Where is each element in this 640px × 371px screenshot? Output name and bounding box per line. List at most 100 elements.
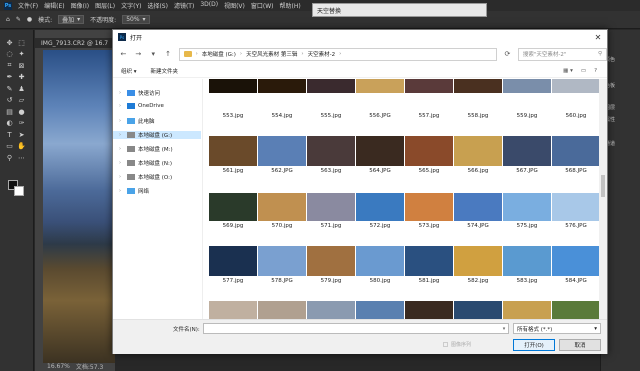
file-item[interactable] (503, 291, 551, 319)
file-item[interactable]: 556.JPG (356, 79, 404, 123)
file-type-select[interactable]: 所有格式 (*.*) ▾ (513, 323, 601, 334)
file-item[interactable]: 560.jpg (552, 79, 599, 123)
document-tab[interactable]: IMG_7913.CR2 @ 16.7 (35, 38, 115, 48)
type-tool-icon[interactable]: T (5, 130, 14, 139)
lasso-tool-icon[interactable]: ◌ (5, 50, 14, 59)
nav-item-4[interactable]: › 本地磁盘 (M:) (119, 145, 173, 153)
nav-item-2[interactable]: › 此电脑 (119, 117, 155, 125)
image-sequence-checkbox[interactable]: 图像序列 (443, 341, 471, 348)
file-item[interactable]: 580.jpg (356, 236, 404, 288)
file-item[interactable]: 583.jpg (503, 236, 551, 288)
file-item[interactable]: 572.jpg (356, 181, 404, 233)
file-item[interactable]: 564.JPG (356, 126, 404, 178)
move-tool-icon[interactable]: ✥ (5, 38, 14, 47)
quick-select-tool-icon[interactable]: ✦ (17, 50, 26, 59)
nav-item-3[interactable]: › 本地磁盘 (G:) (113, 131, 201, 139)
chevron-right-icon[interactable]: › (119, 174, 124, 180)
opacity-input[interactable]: 50% ▾ (122, 15, 150, 24)
chevron-right-icon[interactable]: › (119, 118, 124, 124)
address-bar[interactable]: › 本地磁盘 (G:) › 天空风光素材 第三辑 › 天空素材-2 › (178, 47, 497, 61)
brush-size-icon[interactable]: ● (27, 16, 32, 23)
nav-item-0[interactable]: › 快速访问 (119, 89, 160, 97)
open-button[interactable]: 打开(O) (513, 339, 555, 351)
eraser-tool-icon[interactable]: ▱ (17, 96, 26, 105)
menu-item[interactable]: 文件(F) (18, 1, 38, 10)
file-item[interactable]: 578.JPG (258, 236, 306, 288)
shape-tool-icon[interactable]: ▭ (5, 142, 14, 151)
home-icon[interactable]: ⌂ (6, 16, 10, 23)
file-item[interactable]: 584.JPG (552, 236, 599, 288)
view-options-icon[interactable]: ▦ ▾ (563, 68, 573, 74)
file-item[interactable] (552, 291, 599, 319)
scrollbar-track[interactable] (599, 79, 607, 319)
new-folder-button[interactable]: 新建文件夹 (151, 67, 179, 75)
blur-tool-icon[interactable]: ● (17, 107, 26, 116)
cancel-button[interactable]: 取消 (559, 339, 601, 351)
hand-tool-icon[interactable]: ✋ (17, 142, 26, 151)
scrollbar-thumb[interactable] (601, 175, 605, 197)
chevron-right-icon[interactable]: › (119, 132, 124, 138)
organize-button[interactable]: 组织 ▾ (121, 67, 137, 75)
file-item[interactable]: 581.jpg (405, 236, 453, 288)
file-item[interactable]: 579.jpg (307, 236, 355, 288)
file-item[interactable]: 569.jpg (209, 181, 257, 233)
help-icon[interactable]: ? (594, 68, 597, 74)
chevron-right-icon[interactable]: › (119, 103, 124, 109)
menu-item[interactable]: 文字(Y) (121, 1, 141, 10)
marquee-tool-icon[interactable]: ⬚ (17, 38, 26, 47)
file-item[interactable]: 567.JPG (503, 126, 551, 178)
back-icon[interactable]: ← (119, 50, 128, 58)
eyedropper-tool-icon[interactable]: ✒ (5, 73, 14, 82)
nav-item-1[interactable]: › OneDrive (119, 103, 164, 109)
frame-tool-icon[interactable]: ⊠ (17, 61, 26, 70)
refresh-icon[interactable]: ⟳ (503, 50, 512, 58)
breadcrumb-folder[interactable]: 天空风光素材 第三辑 (246, 50, 297, 58)
search-input[interactable]: 搜索"天空素材-2" ⚲ (517, 47, 607, 61)
document-canvas[interactable] (43, 50, 115, 363)
stamp-tool-icon[interactable]: ♟ (17, 84, 26, 93)
file-item[interactable]: 573.jpg (405, 181, 453, 233)
nav-item-7[interactable]: › 网络 (119, 187, 149, 195)
file-item[interactable] (258, 291, 306, 319)
menu-item[interactable]: 3D(D) (200, 1, 218, 10)
chevron-right-icon[interactable]: › (119, 188, 124, 194)
forward-icon[interactable]: → (134, 50, 143, 58)
file-item[interactable]: 574.JPG (454, 181, 502, 233)
file-item[interactable]: 566.jpg (454, 126, 502, 178)
menu-item[interactable]: 编辑(E) (44, 1, 64, 10)
chevron-down-icon[interactable]: ▾ (499, 323, 509, 334)
file-item[interactable]: 563.jpg (307, 126, 355, 178)
sky-replacement-panel[interactable]: 天空替换 (312, 3, 487, 17)
file-item[interactable]: 571.jpg (307, 181, 355, 233)
filename-input[interactable] (203, 323, 509, 334)
menu-item[interactable]: 图像(I) (71, 1, 89, 10)
menu-item[interactable]: 图层(L) (95, 1, 115, 10)
file-item[interactable] (454, 291, 502, 319)
chevron-right-icon[interactable]: › (119, 160, 124, 166)
file-item[interactable]: 577.jpg (209, 236, 257, 288)
nav-item-6[interactable]: › 本地磁盘 (O:) (119, 173, 172, 181)
brush-tool-icon[interactable]: ✎ (5, 84, 14, 93)
file-item[interactable]: 559.jpg (503, 79, 551, 123)
file-item[interactable]: 557.jpg (405, 79, 453, 123)
brush-tool-icon[interactable]: ✎ (16, 16, 21, 23)
menu-item[interactable]: 滤镜(T) (174, 1, 194, 10)
menu-item[interactable]: 选择(S) (147, 1, 168, 10)
file-item[interactable] (405, 291, 453, 319)
breadcrumb-current[interactable]: 天空素材-2 (308, 50, 335, 58)
history-brush-icon[interactable]: ↺ (5, 96, 14, 105)
file-item[interactable]: 570.jpg (258, 181, 306, 233)
file-item[interactable]: 555.jpg (307, 79, 355, 123)
chevron-right-icon[interactable]: › (119, 146, 124, 152)
dodge-tool-icon[interactable]: ◐ (5, 119, 14, 128)
more-tools-icon[interactable]: ⋯ (17, 153, 26, 162)
menu-item[interactable]: 视图(V) (224, 1, 245, 10)
file-item[interactable]: 553.jpg (209, 79, 257, 123)
breadcrumb-drive[interactable]: 本地磁盘 (G:) (202, 50, 236, 58)
pen-tool-icon[interactable]: ✑ (17, 119, 26, 128)
menu-item[interactable]: 窗口(W) (251, 1, 274, 10)
file-item[interactable]: 554.jpg (258, 79, 306, 123)
mode-select[interactable]: 叠加 ▾ (58, 15, 85, 24)
chevron-right-icon[interactable]: › (119, 90, 124, 96)
file-item[interactable] (356, 291, 404, 319)
